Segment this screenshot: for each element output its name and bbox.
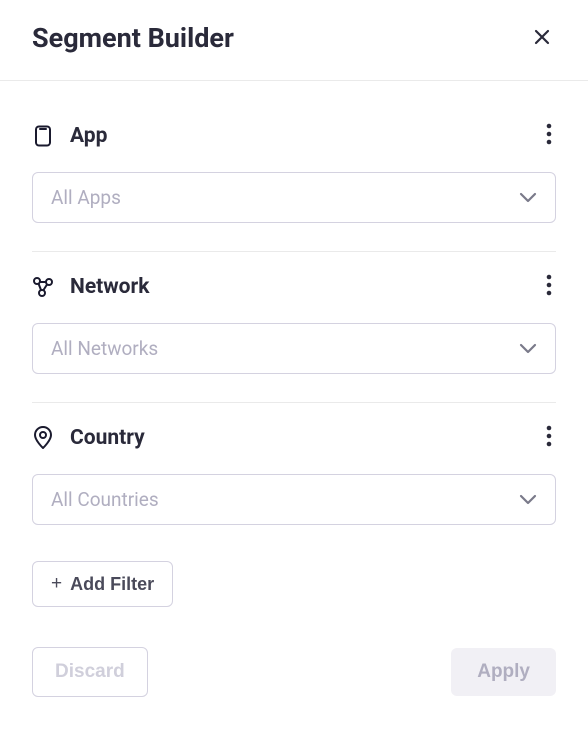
- filter-section-country: Country All Countries: [32, 402, 556, 553]
- chevron-down-icon: [519, 339, 537, 358]
- dialog-content: App All Apps: [0, 81, 588, 729]
- select-placeholder: All Apps: [51, 186, 121, 209]
- add-filter-label: Add Filter: [70, 574, 154, 595]
- filter-header-left: Network: [32, 275, 149, 299]
- filter-section-network: Network All Networks: [32, 251, 556, 402]
- plus-icon: +: [51, 573, 62, 595]
- chevron-down-icon: [519, 188, 537, 207]
- filter-label-country: Country: [70, 426, 145, 450]
- select-network[interactable]: All Networks: [32, 323, 556, 374]
- close-icon: [532, 27, 552, 50]
- filter-header-left: App: [32, 124, 107, 148]
- filter-header: Country: [32, 421, 556, 454]
- page-title: Segment Builder: [32, 22, 234, 54]
- select-country[interactable]: All Countries: [32, 474, 556, 525]
- filter-header: Network: [32, 270, 556, 303]
- filter-label-network: Network: [70, 275, 149, 299]
- more-button-country[interactable]: [542, 421, 556, 454]
- select-placeholder: All Countries: [51, 488, 159, 511]
- apply-button[interactable]: Apply: [451, 648, 556, 696]
- select-placeholder: All Networks: [51, 337, 158, 360]
- app-icon: [32, 125, 54, 147]
- select-app[interactable]: All Apps: [32, 172, 556, 223]
- more-button-network[interactable]: [542, 270, 556, 303]
- more-vertical-icon: [546, 425, 552, 450]
- filter-header-left: Country: [32, 426, 145, 450]
- discard-button[interactable]: Discard: [32, 647, 148, 697]
- dialog-header: Segment Builder: [0, 0, 588, 81]
- add-filter-button[interactable]: + Add Filter: [32, 561, 173, 607]
- location-icon: [32, 427, 54, 449]
- filter-label-app: App: [70, 124, 107, 148]
- more-vertical-icon: [546, 123, 552, 148]
- chevron-down-icon: [519, 490, 537, 509]
- close-button[interactable]: [528, 23, 556, 54]
- more-vertical-icon: [546, 274, 552, 299]
- filter-header: App: [32, 119, 556, 152]
- network-icon: [32, 276, 54, 298]
- dialog-footer: Discard Apply: [32, 647, 556, 697]
- more-button-app[interactable]: [542, 119, 556, 152]
- filter-section-app: App All Apps: [32, 101, 556, 251]
